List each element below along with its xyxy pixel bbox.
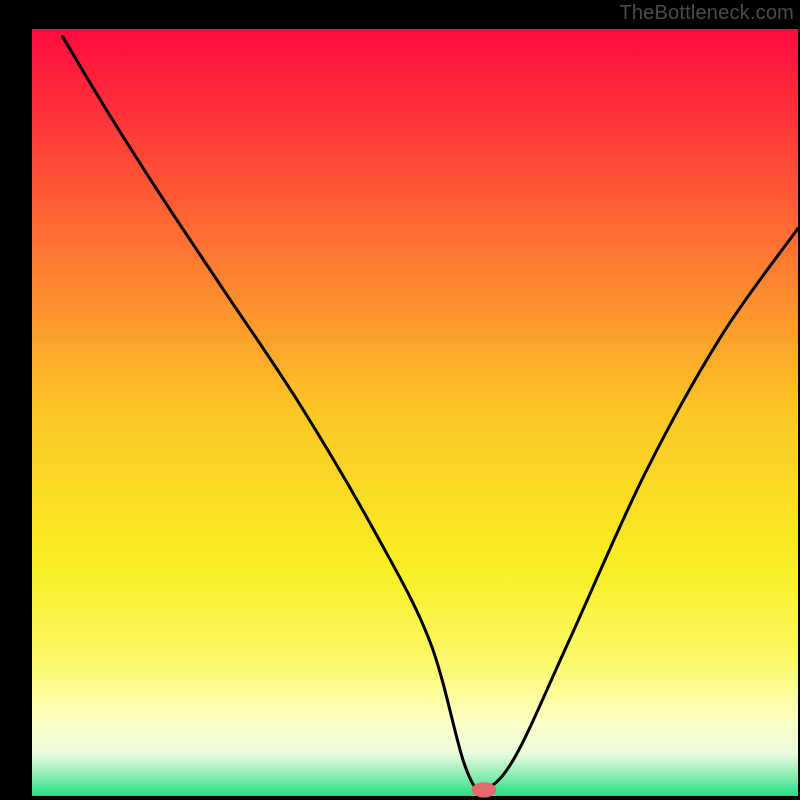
bottleneck-chart <box>0 0 800 800</box>
chart-stage: TheBottleneck.com <box>0 0 800 800</box>
watermark-text: TheBottleneck.com <box>619 2 794 25</box>
plot-background <box>32 29 798 796</box>
optimal-marker <box>472 782 497 797</box>
